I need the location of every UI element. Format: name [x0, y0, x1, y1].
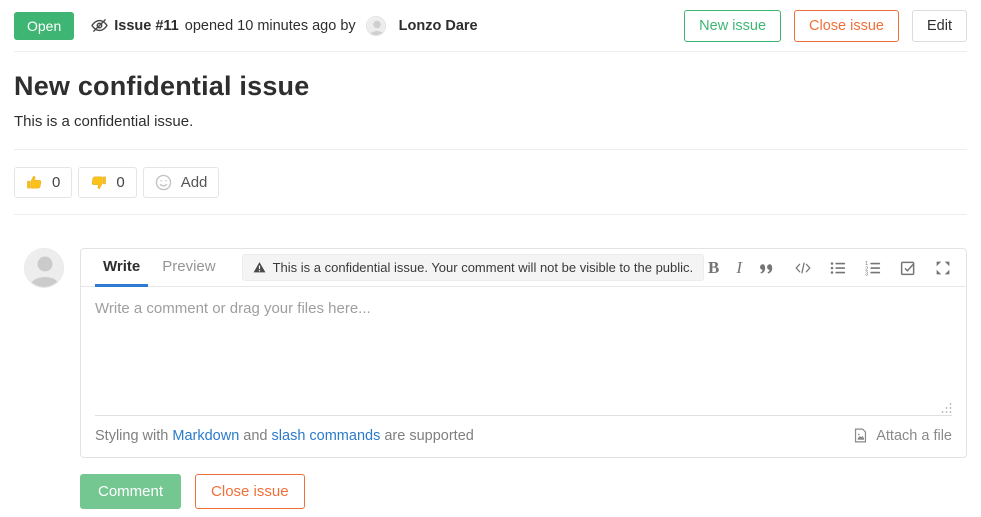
- attach-file-label: Attach a file: [876, 428, 952, 444]
- opened-text: opened 10 minutes ago by: [185, 18, 356, 34]
- tab-write[interactable]: Write: [95, 249, 148, 287]
- comment-form-footer: Styling with Markdown and slash commands…: [81, 416, 966, 457]
- resize-grip[interactable]: [940, 402, 952, 414]
- numbered-list-icon[interactable]: 1 2 3: [864, 259, 882, 277]
- code-icon[interactable]: [794, 259, 812, 277]
- markdown-link[interactable]: Markdown: [172, 428, 239, 444]
- comment-button[interactable]: Comment: [80, 474, 181, 509]
- author-avatar[interactable]: [366, 16, 386, 36]
- and-text: and: [243, 428, 267, 444]
- comment-textarea-wrap: [95, 287, 952, 416]
- new-issue-button[interactable]: New issue: [684, 10, 781, 42]
- author-name[interactable]: Lonzo Dare: [399, 18, 478, 34]
- styling-hint: Styling with Markdown and slash commands…: [95, 428, 474, 444]
- comment-form-header: Write Preview This is a confidential iss…: [81, 249, 966, 287]
- attach-file-button[interactable]: Attach a file: [852, 427, 952, 444]
- status-badge: Open: [14, 12, 74, 40]
- issue-description: This is a confidential issue.: [14, 113, 967, 130]
- thumbs-down-icon: [90, 174, 107, 191]
- close-issue-button-top[interactable]: Close issue: [794, 10, 899, 42]
- fullscreen-icon[interactable]: [934, 259, 952, 277]
- submit-row: Comment Close issue: [80, 474, 967, 509]
- italic-icon[interactable]: I: [736, 258, 742, 278]
- comment-section: Write Preview This is a confidential iss…: [14, 215, 967, 458]
- slash-commands-link[interactable]: slash commands: [272, 428, 381, 444]
- issue-ref: Issue #11: [114, 18, 179, 34]
- bold-icon[interactable]: B: [708, 258, 719, 278]
- supported-text: are supported: [384, 428, 473, 444]
- svg-text:3: 3: [865, 271, 868, 276]
- issue-page: Open Issue #11 opened 10 minutes ago by …: [0, 0, 981, 509]
- task-list-icon[interactable]: [899, 259, 917, 277]
- thumbs-up-icon: [26, 174, 43, 191]
- award-emoji-row: 0 0 Add: [14, 150, 967, 214]
- edit-button[interactable]: Edit: [912, 10, 967, 42]
- header-actions: New issue Close issue Edit: [684, 10, 967, 42]
- tab-preview[interactable]: Preview: [154, 249, 223, 287]
- thumbs-up-count: 0: [52, 174, 60, 191]
- add-award-label: Add: [181, 174, 208, 191]
- confidential-eye-slash-icon: [91, 17, 108, 34]
- thumbs-down-count: 0: [116, 174, 124, 191]
- comment-form: Write Preview This is a confidential iss…: [80, 248, 967, 458]
- comment-input[interactable]: [95, 287, 952, 415]
- close-issue-button-bottom[interactable]: Close issue: [195, 474, 305, 509]
- thumbs-up-button[interactable]: 0: [14, 167, 72, 198]
- styling-prefix: Styling with: [95, 428, 168, 444]
- current-user-avatar: [24, 248, 64, 288]
- warning-triangle-icon: [253, 261, 266, 274]
- thumbs-down-button[interactable]: 0: [78, 167, 136, 198]
- markdown-toolbar: B I: [708, 258, 952, 278]
- attach-file-icon: [852, 427, 869, 444]
- confidential-warning-text: This is a confidential issue. Your comme…: [273, 260, 694, 275]
- smiley-icon: [155, 174, 172, 191]
- bulleted-list-icon[interactable]: [829, 259, 847, 277]
- issue-header: Open Issue #11 opened 10 minutes ago by …: [14, 0, 967, 52]
- add-award-button[interactable]: Add: [143, 167, 220, 198]
- page-title: New confidential issue: [14, 71, 967, 102]
- confidential-warning: This is a confidential issue. Your comme…: [242, 254, 705, 281]
- blockquote-icon[interactable]: [759, 259, 777, 277]
